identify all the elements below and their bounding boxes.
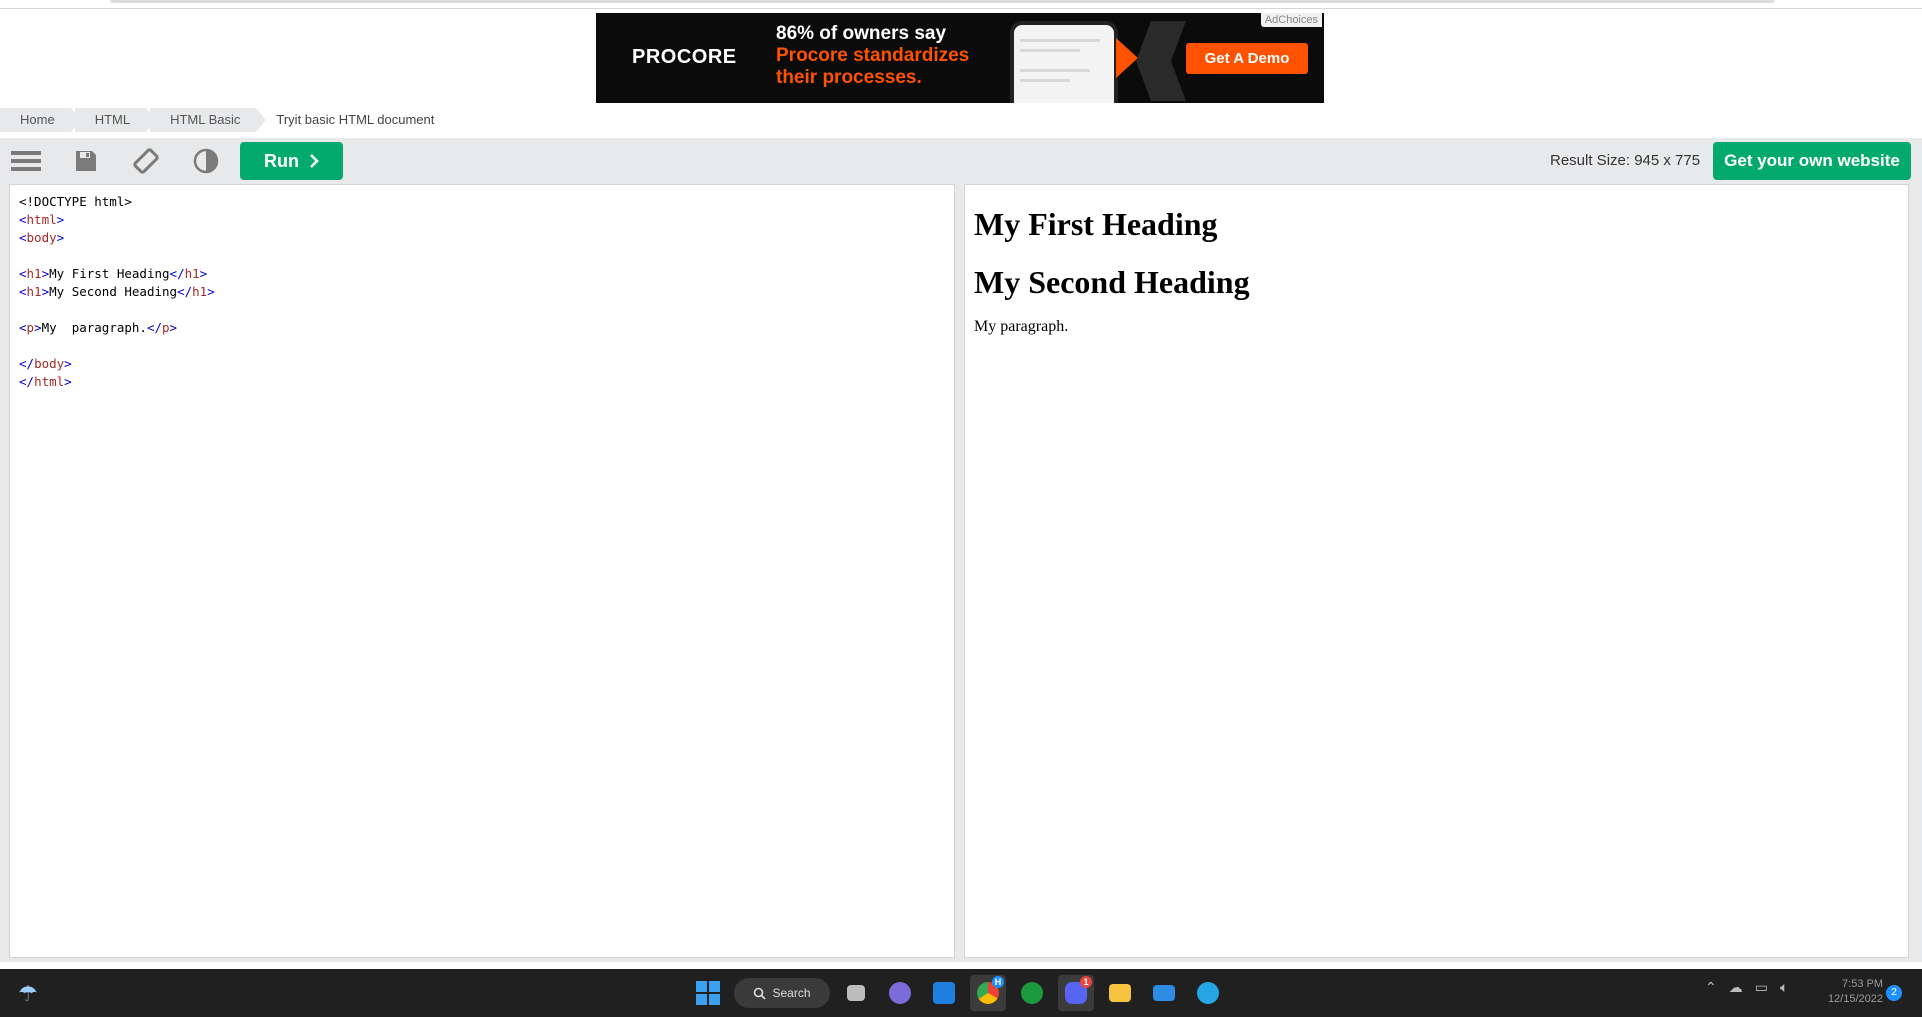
breadcrumb-html-basic[interactable]: HTML Basic — [150, 108, 267, 132]
discord-notification-badge: 1 — [1080, 976, 1092, 988]
browser-top-strip — [0, 0, 1922, 9]
code-line: <h1>My First Heading</h1> — [19, 266, 208, 281]
adchoices-link[interactable]: AdChoices — [1260, 13, 1322, 27]
windows-taskbar: ☂ Search H 1 ⌃ ☁ ▭ 🔈︎ 7:53 PM 12/15/2022… — [0, 969, 1922, 1017]
ad-get-demo-button[interactable]: Get A Demo — [1186, 43, 1308, 74]
chrome-profile-badge: H — [992, 976, 1004, 988]
notification-badge[interactable]: 2 — [1886, 985, 1902, 1001]
ad-hexagon-decoration — [1136, 21, 1186, 101]
ad-banner[interactable]: PROCORE 86% of owners say Procore standa… — [596, 13, 1324, 103]
windows-start-button[interactable] — [690, 975, 726, 1011]
webex-icon[interactable] — [1190, 975, 1226, 1011]
code-line: <h1>My Second Heading</h1> — [19, 284, 215, 299]
discord-icon[interactable]: 1 — [1058, 975, 1094, 1011]
chrome-icon[interactable]: H — [970, 975, 1006, 1011]
code-line: <!DOCTYPE html> — [19, 194, 132, 209]
theme-contrast-icon[interactable] — [191, 147, 221, 175]
ad-headline-line2: Procore standardizes their processes. — [776, 45, 970, 88]
code-line: </body> — [19, 356, 72, 371]
workspace: <!DOCTYPE html> <html> <body> <h1>My First… — [0, 184, 1922, 962]
code-line: </html> — [19, 374, 72, 389]
breadcrumb: Home HTML HTML Basic Tryit basic HTML do… — [0, 108, 454, 132]
system-tray: ⌃ ☁ ▭ 🔈︎ — [1705, 979, 1788, 996]
task-view-icon[interactable] — [838, 975, 874, 1011]
ad-arrow-decoration — [1116, 38, 1138, 78]
file-explorer-icon[interactable] — [1102, 975, 1138, 1011]
ad-phone-image — [1010, 21, 1118, 103]
xbox-icon[interactable] — [1014, 975, 1050, 1011]
mail-icon[interactable] — [1146, 975, 1182, 1011]
get-own-website-button[interactable]: Get your own website — [1713, 142, 1911, 180]
taskbar-search[interactable]: Search — [734, 978, 830, 1008]
result-heading-2: My Second Heading — [974, 264, 1250, 300]
breadcrumb-html[interactable]: HTML — [74, 108, 157, 132]
breadcrumb-current: Tryit basic HTML document — [276, 112, 435, 127]
ad-brand-logo: PROCORE — [632, 46, 737, 68]
ad-headline: 86% of owners say Procore standardizes t… — [776, 23, 996, 89]
code-editor[interactable]: <!DOCTYPE html> <html> <body> <h1>My First… — [9, 184, 955, 958]
save-icon[interactable] — [71, 147, 101, 175]
clock-date: 12/15/2022 — [1827, 993, 1883, 1005]
rotate-orientation-icon[interactable] — [131, 147, 161, 175]
code-line: <p>My paragraph.</p> — [19, 320, 178, 335]
windows-logo-icon — [696, 981, 720, 1005]
taskbar-search-label: Search — [772, 986, 811, 1000]
store-app-icon[interactable] — [926, 975, 962, 1011]
editor-toolbar: Run Result Size: 945 x 775 Get your own … — [0, 138, 1922, 184]
result-size-readout: Result Size: 945 x 775 — [1550, 152, 1701, 169]
menu-icon[interactable] — [11, 147, 41, 175]
code-line: <body> — [19, 230, 65, 245]
run-button[interactable]: Run — [240, 142, 343, 180]
result-heading-1: My First Heading — [974, 206, 1218, 242]
weather-widget[interactable]: ☂ — [14, 977, 154, 1009]
chevron-right-icon — [310, 154, 319, 168]
onedrive-cloud-icon[interactable]: ☁ — [1729, 979, 1743, 996]
network-icon[interactable]: ▭ — [1755, 979, 1768, 996]
code-line: <html> — [19, 212, 65, 227]
teams-chat-icon[interactable] — [882, 975, 918, 1011]
volume-icon[interactable]: 🔈︎ — [1780, 979, 1788, 996]
umbrella-icon: ☂ — [18, 981, 38, 1006]
breadcrumb-home[interactable]: Home — [0, 108, 81, 132]
result-paragraph: My paragraph. — [974, 318, 1069, 335]
taskbar-clock[interactable]: 7:53 PM 12/15/2022 — [1815, 977, 1883, 1007]
clock-time: 7:53 PM — [1842, 978, 1883, 990]
ad-headline-line1: 86% of owners say — [776, 23, 947, 44]
run-button-label: Run — [264, 150, 299, 171]
browser-scroll-remnant — [110, 0, 1775, 3]
search-icon — [754, 987, 767, 1000]
taskbar-apps: Search H 1 — [690, 975, 1226, 1011]
chevron-up-icon[interactable]: ⌃ — [1705, 979, 1717, 996]
code-editor-content[interactable]: <!DOCTYPE html> <html> <body> <h1>My First… — [10, 185, 954, 391]
result-frame: My First Heading My Second Heading My pa… — [964, 184, 1909, 958]
